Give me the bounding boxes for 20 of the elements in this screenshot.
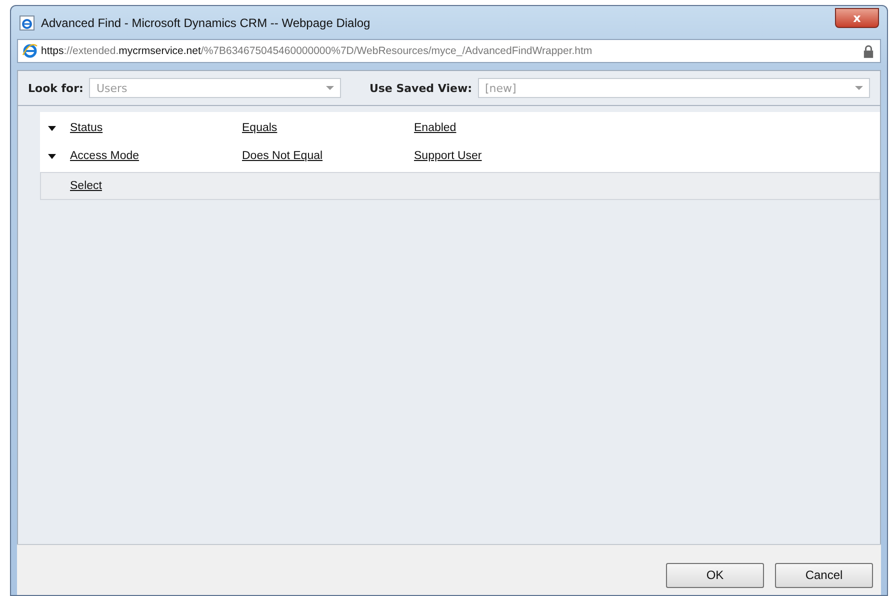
saved-view-label: Use Saved View: [369, 82, 472, 94]
browser-icon [22, 43, 38, 59]
caret-icon [855, 86, 863, 90]
value-link[interactable]: Support User [414, 150, 482, 162]
value-link[interactable]: Enabled [414, 122, 456, 134]
field-link[interactable]: Status [70, 122, 242, 134]
ok-button[interactable]: OK [666, 562, 764, 588]
operator-link[interactable]: Equals [242, 122, 414, 134]
caret-icon [326, 86, 334, 90]
select-link[interactable]: Select [70, 180, 102, 192]
cancel-button[interactable]: Cancel [775, 562, 873, 588]
dropdown-arrow-icon[interactable] [48, 154, 56, 158]
operator-link[interactable]: Does Not Equal [242, 150, 414, 162]
window-title: Advanced Find - Microsoft Dynamics CRM -- Webpage Dialog [41, 16, 372, 30]
dropdown-arrow-icon[interactable] [48, 126, 56, 130]
field-link[interactable]: Access Mode [70, 150, 242, 162]
url-text: https://extended.mycrmservice.net/%7B634675045460000000%7D/WebResources/myce_/AdvancedFindWrapper.htm [41, 45, 594, 57]
look-for-label: Look for: [28, 82, 84, 94]
lock-icon [863, 44, 874, 58]
browser-page-icon [19, 14, 35, 30]
